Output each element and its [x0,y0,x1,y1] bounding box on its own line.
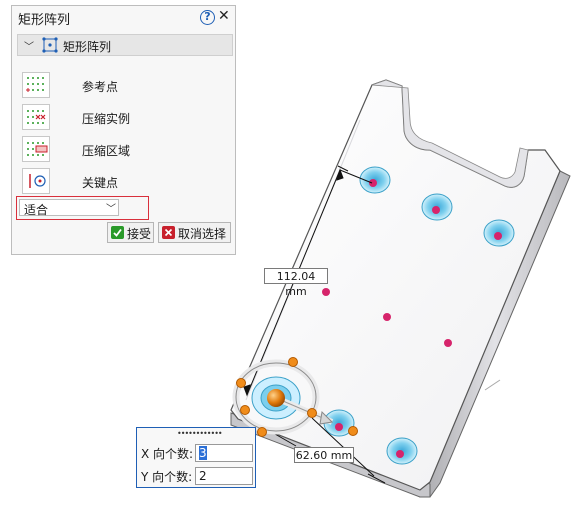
fit-dropdown[interactable]: 适合 ﹀ [19,199,119,217]
chevron-down-icon: ﹀ [106,204,116,215]
option-label: 关键点 [82,176,119,190]
option-reference-point[interactable]: 参考点 [22,72,222,100]
section-header-rectangular-pattern[interactable]: ﹀ 矩形阵列 [17,34,233,56]
drag-grip-icon[interactable]: •••••••••••• [177,429,223,438]
option-label: 压缩区域 [82,144,131,158]
option-key-point[interactable]: 关键点 [22,168,222,196]
panel-title: 矩形阵列 [18,13,71,28]
key-point-icon [22,168,50,194]
accept-label: 接受 [127,227,152,241]
suppress-region-icon [22,136,50,162]
x-count-input[interactable]: 3 [195,444,253,462]
check-icon [111,226,124,239]
accept-button[interactable]: 接受 [107,222,154,243]
suppress-instances-icon [22,104,50,130]
cancel-label: 取消选择 [178,227,227,241]
reference-point-grid-icon [22,72,50,98]
fit-dropdown-highlight: 适合 ﹀ [16,196,149,220]
x-count-value: 3 [199,446,207,460]
y-count-label: Y 向个数: [141,470,193,484]
y-count-value: 2 [199,469,207,483]
length-dimension-label[interactable]: 112.04 mm [264,268,328,298]
chevron-down-icon: ﹀ [24,42,34,53]
x-count-label: X 向个数: [141,447,194,461]
rectangular-pattern-panel: 矩形阵列 ? ✕ ﹀ 矩形阵列 参考点 压缩实例 压缩区域 关键点 适合 ﹀ 接… [11,5,236,255]
x-icon [162,226,175,239]
question-circle-icon[interactable]: ? [200,10,215,25]
option-suppress-region[interactable]: 压缩区域 [22,136,222,164]
option-suppress-instances[interactable]: 压缩实例 [22,104,222,132]
option-label: 压缩实例 [82,112,131,126]
y-count-input[interactable]: 2 [195,467,253,485]
fit-dropdown-value: 适合 [24,203,49,217]
rectangular-pattern-icon [42,37,58,56]
option-label: 参考点 [82,80,119,94]
cancel-selection-button[interactable]: 取消选择 [158,222,231,243]
plate-model [230,79,571,498]
close-icon[interactable]: ✕ [218,8,230,24]
instance-count-box: •••••••••••• X 向个数: 3 Y 向个数: 2 [136,427,256,488]
spacing-dimension-label[interactable]: 62.60 mm [294,447,354,463]
section-label: 矩形阵列 [63,40,112,54]
